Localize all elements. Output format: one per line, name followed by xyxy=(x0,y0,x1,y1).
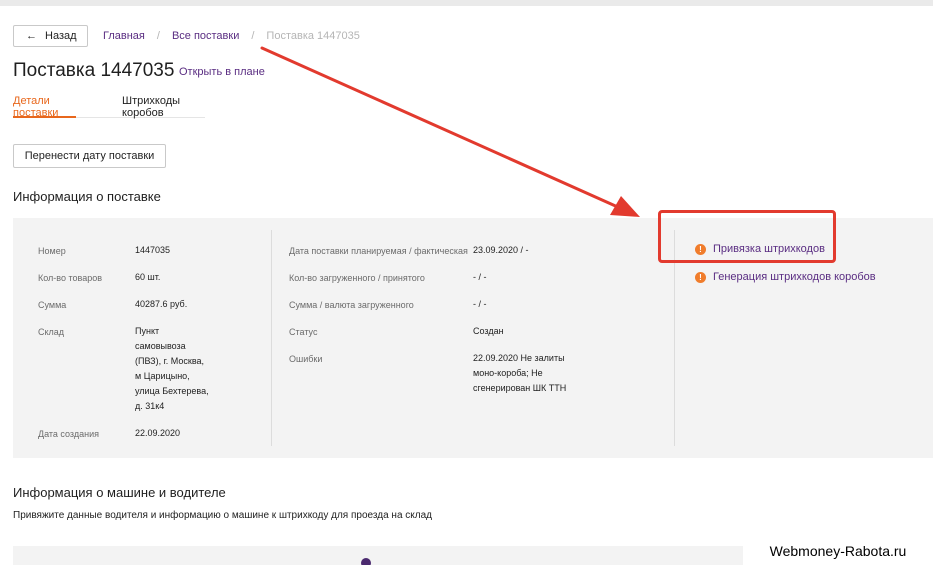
move-date-button[interactable]: Перенести дату поставки xyxy=(13,144,166,168)
annotation-highlight-box xyxy=(658,210,836,263)
warehouse-line: д. 31к4 xyxy=(135,401,165,411)
field-value-sum: 40287.6 руб. xyxy=(135,299,188,309)
field-label-loaded-accepted: Кол-во загруженного / принятого xyxy=(289,273,425,283)
field-value-created-date: 22.09.2020 xyxy=(135,428,181,438)
field-label-number: Номер xyxy=(38,246,66,256)
box-barcode-generation-label: Генерация штрихкодов коробов xyxy=(713,271,876,283)
field-value-loaded-accepted: - / - xyxy=(473,272,487,282)
field-value-warehouse: Пункт самовывоза (ПВЗ), г. Москва, м Цар… xyxy=(135,324,209,414)
open-in-plan-link[interactable]: Открыть в плане xyxy=(179,66,265,78)
field-value-number: 1447035 xyxy=(135,245,171,255)
warehouse-line: самовывоза xyxy=(135,341,186,351)
field-label-errors: Ошибки xyxy=(289,354,323,364)
driver-info-description: Привяжите данные водителя и информацию о… xyxy=(13,510,432,521)
driver-info-title: Информация о машине и водителе xyxy=(13,485,226,500)
error-line: 22.09.2020 Не залиты xyxy=(473,353,565,363)
field-value-delivery-date: 23.09.2020 / - xyxy=(473,245,529,255)
warehouse-line: улица Бехтерева, xyxy=(135,386,209,396)
arrow-left-icon: ← xyxy=(26,30,37,42)
tab-box-barcodes[interactable]: Штрихкоды коробов xyxy=(122,95,205,119)
back-button[interactable]: ← Назад xyxy=(13,25,88,47)
breadcrumb-all-deliveries[interactable]: Все поставки xyxy=(172,30,239,42)
top-bar xyxy=(0,0,933,6)
breadcrumb: Главная / Все поставки / Поставка 144703… xyxy=(103,30,360,42)
page-title: Поставка 1447035 xyxy=(13,60,175,81)
warehouse-line: (ПВЗ), г. Москва, xyxy=(135,356,205,366)
back-button-label: Назад xyxy=(45,30,77,42)
field-value-status: Создан xyxy=(473,326,504,336)
breadcrumb-separator: / xyxy=(251,30,255,42)
field-label-warehouse: Склад xyxy=(38,327,65,337)
field-label-created-date: Дата создания xyxy=(38,429,99,439)
error-line: сгенерирован ШК ТТН xyxy=(473,383,567,393)
tab-delivery-details[interactable]: Детали поставки xyxy=(13,95,77,119)
box-barcode-generation-link[interactable]: ! Генерация штрихкодов коробов xyxy=(695,271,876,283)
warning-icon: ! xyxy=(695,271,706,283)
field-value-errors: 22.09.2020 Не залиты моно-короба; Не сге… xyxy=(473,351,566,396)
breadcrumb-current: Поставка 1447035 xyxy=(266,30,360,42)
field-label-sum: Сумма xyxy=(38,300,67,310)
field-label-goods-count: Кол-во товаров xyxy=(38,273,102,283)
field-label-status: Статус xyxy=(289,327,318,337)
breadcrumb-home[interactable]: Главная xyxy=(103,30,145,42)
tabs: Детали поставки Штрихкоды коробов xyxy=(13,95,205,119)
watermark: Webmoney-Rabota.ru xyxy=(743,536,933,565)
error-line: моно-короба; Не xyxy=(473,368,543,378)
field-label-loaded-sum: Сумма / валюта загруженного xyxy=(289,300,414,310)
delivery-info-title: Информация о поставке xyxy=(13,189,161,204)
field-value-loaded-sum: - / - xyxy=(473,299,487,309)
help-icon[interactable] xyxy=(361,558,371,565)
field-value-goods-count: 60 шт. xyxy=(135,272,161,282)
warehouse-line: м Царицыно, xyxy=(135,371,190,381)
warehouse-line: Пункт xyxy=(135,326,160,336)
field-label-delivery-date: Дата поставки планируемая / фактическая xyxy=(289,246,468,256)
column-divider xyxy=(271,230,272,446)
breadcrumb-separator: / xyxy=(156,30,160,42)
